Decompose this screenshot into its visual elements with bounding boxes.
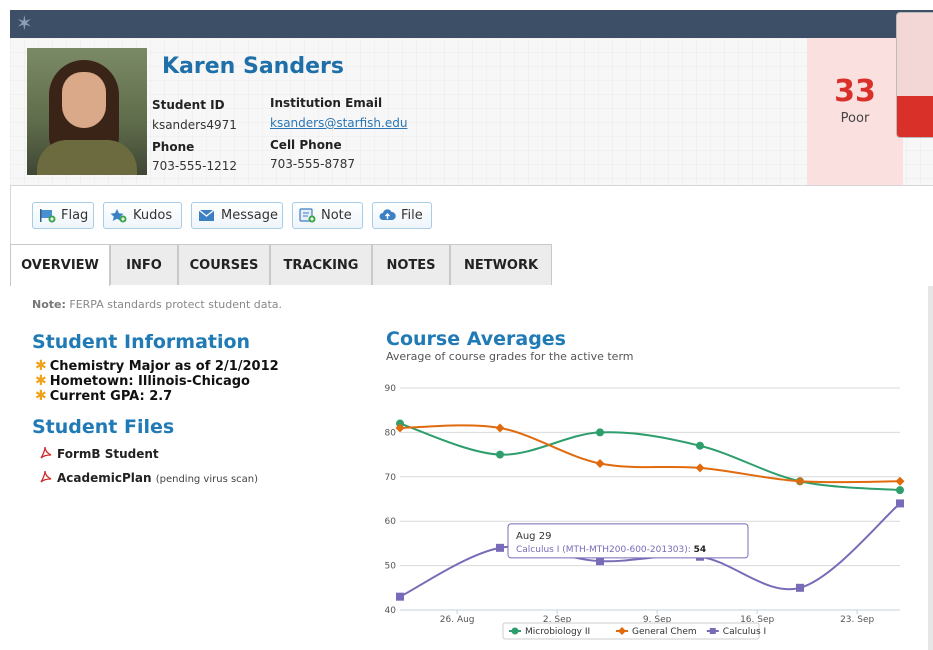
legend-label-calculus-i: Calculus I xyxy=(723,627,766,637)
student-id-value: ksanders4971 xyxy=(152,118,237,132)
data-point-calculus-i xyxy=(896,499,904,508)
info-item-gpa: ✱ Current GPA: 2.7 xyxy=(35,388,172,404)
score-gauge xyxy=(896,12,933,138)
data-point-general-chem xyxy=(495,423,505,433)
pdf-icon xyxy=(40,470,52,483)
envelope-icon xyxy=(198,209,215,221)
tab-tracking[interactable]: TRACKING xyxy=(270,244,372,285)
student-header: Karen Sanders Student ID ksanders4971 Ph… xyxy=(10,38,933,186)
asterisk-icon: ✱ xyxy=(35,358,47,374)
chart-subtitle: Average of course grades for the active … xyxy=(386,350,634,363)
series-line-general-chem xyxy=(399,424,901,484)
window-title-bar: ✶ ✖ xyxy=(10,10,933,38)
data-point-microbiology-ii xyxy=(696,441,704,450)
tooltip-series: Calculus I (MTH-MTH200-600-201303): 54 xyxy=(516,545,706,555)
tab-network[interactable]: NETWORK xyxy=(450,244,552,285)
pdf-icon xyxy=(40,446,52,459)
file-label: File xyxy=(401,208,423,223)
tab-notes[interactable]: NOTES xyxy=(372,244,450,285)
starfish-logo-icon: ✶ xyxy=(16,11,33,35)
y-tick-label: 40 xyxy=(385,606,397,616)
data-point-general-chem xyxy=(695,463,705,473)
file-name: AcademicPlan xyxy=(57,471,152,485)
note-icon xyxy=(299,208,316,223)
legend-marker-calculus-i xyxy=(709,628,716,634)
tooltip-value: 54 xyxy=(694,545,707,555)
file-academicplan[interactable]: AcademicPlan (pending virus scan) xyxy=(38,469,258,485)
kudos-label: Kudos xyxy=(133,208,173,223)
tab-info[interactable]: INFO xyxy=(110,244,178,285)
success-score-panel[interactable]: 33 Poor ▸ xyxy=(807,38,903,185)
asterisk-icon: ✱ xyxy=(35,373,47,389)
cloud-upload-icon xyxy=(379,209,396,220)
legend-label-general-chem: General Chem xyxy=(632,627,697,637)
score-label: Poor xyxy=(840,111,870,126)
kudos-button[interactable]: Kudos xyxy=(103,202,182,229)
data-point-calculus-i xyxy=(496,543,504,552)
tooltip-date: Aug 29 xyxy=(516,531,551,542)
file-formb[interactable]: FormB Student xyxy=(38,445,159,461)
student-files-heading: Student Files xyxy=(32,416,175,438)
note-button[interactable]: Note xyxy=(292,202,363,229)
data-point-calculus-i xyxy=(596,557,604,566)
phone-value: 703-555-1212 xyxy=(152,159,238,173)
file-status: (pending virus scan) xyxy=(155,474,259,485)
info-item-major: ✱ Chemistry Major as of 2/1/2012 xyxy=(35,358,279,374)
chart-tooltip: Aug 29 Calculus I (MTH-MTH200-600-201303)… xyxy=(507,523,749,559)
flag-label: Flag xyxy=(61,208,89,223)
tab-overview[interactable]: OVERVIEW xyxy=(10,244,110,287)
message-button[interactable]: Message xyxy=(191,202,283,229)
course-averages-chart: 40506070809026. Aug 2. Sep 9. Sep 16. Sep 23… xyxy=(385,384,905,640)
student-photo xyxy=(27,48,147,175)
file-button[interactable]: File xyxy=(372,202,432,229)
info-item-text: Hometown: Illinois-Chicago xyxy=(49,374,250,389)
y-tick-label: 50 xyxy=(385,562,397,572)
info-item-text: Chemistry Major as of 2/1/2012 xyxy=(49,359,279,374)
phone-label: Phone xyxy=(152,140,195,154)
email-label: Institution Email xyxy=(270,96,383,110)
cell-phone-value: 703-555-8787 xyxy=(270,157,356,171)
student-name: Karen Sanders xyxy=(162,54,344,79)
data-point-general-chem xyxy=(895,476,905,486)
data-point-microbiology-ii xyxy=(896,486,904,495)
flag-button[interactable]: Flag xyxy=(32,202,94,229)
legend-marker-microbiology-ii xyxy=(511,627,519,635)
tab-bar: OVERVIEW INFO COURSES TRACKING NOTES NET… xyxy=(10,244,933,287)
kudos-star-icon xyxy=(110,209,127,223)
score-value: 33 xyxy=(834,74,876,109)
data-point-calculus-i xyxy=(796,583,804,592)
x-tick-label: 23. Sep xyxy=(840,615,874,625)
note-label: Note xyxy=(321,208,352,223)
email-link[interactable]: ksanders@starfish.edu xyxy=(270,116,407,130)
score-gauge-fill xyxy=(897,96,933,137)
info-item-hometown: ✱ Hometown: Illinois-Chicago xyxy=(35,373,250,389)
info-item-text: Current GPA: 2.7 xyxy=(49,389,173,404)
y-tick-label: 80 xyxy=(385,428,397,438)
asterisk-icon: ✱ xyxy=(35,388,47,404)
y-tick-label: 90 xyxy=(385,384,397,394)
student-info-heading: Student Information xyxy=(32,331,251,353)
ferpa-note-prefix: Note: xyxy=(32,298,66,311)
student-id-label: Student ID xyxy=(152,98,225,112)
tab-courses[interactable]: COURSES xyxy=(178,244,270,285)
data-point-general-chem xyxy=(595,458,605,468)
data-point-microbiology-ii xyxy=(496,450,504,459)
scrollbar[interactable] xyxy=(928,286,933,650)
file-name: FormB Student xyxy=(57,447,159,461)
chart-legend: Microbiology II General Chem Calculus I xyxy=(502,622,766,640)
y-tick-label: 70 xyxy=(385,473,397,483)
ferpa-note: Note: FERPA standards protect student da… xyxy=(32,298,282,311)
data-point-microbiology-ii xyxy=(596,428,604,437)
chart-title: Course Averages xyxy=(386,328,566,350)
message-label: Message xyxy=(221,208,278,223)
data-point-general-chem xyxy=(795,476,805,486)
x-tick-label: 26. Aug xyxy=(440,615,475,625)
cell-phone-label: Cell Phone xyxy=(270,138,342,152)
legend-label-microbiology-ii: Microbiology II xyxy=(525,627,590,637)
series-line-microbiology-ii xyxy=(399,422,901,492)
ferpa-note-text: FERPA standards protect student data. xyxy=(65,298,283,311)
y-tick-label: 60 xyxy=(385,517,397,527)
data-point-calculus-i xyxy=(396,592,404,601)
flag-icon xyxy=(40,209,56,223)
